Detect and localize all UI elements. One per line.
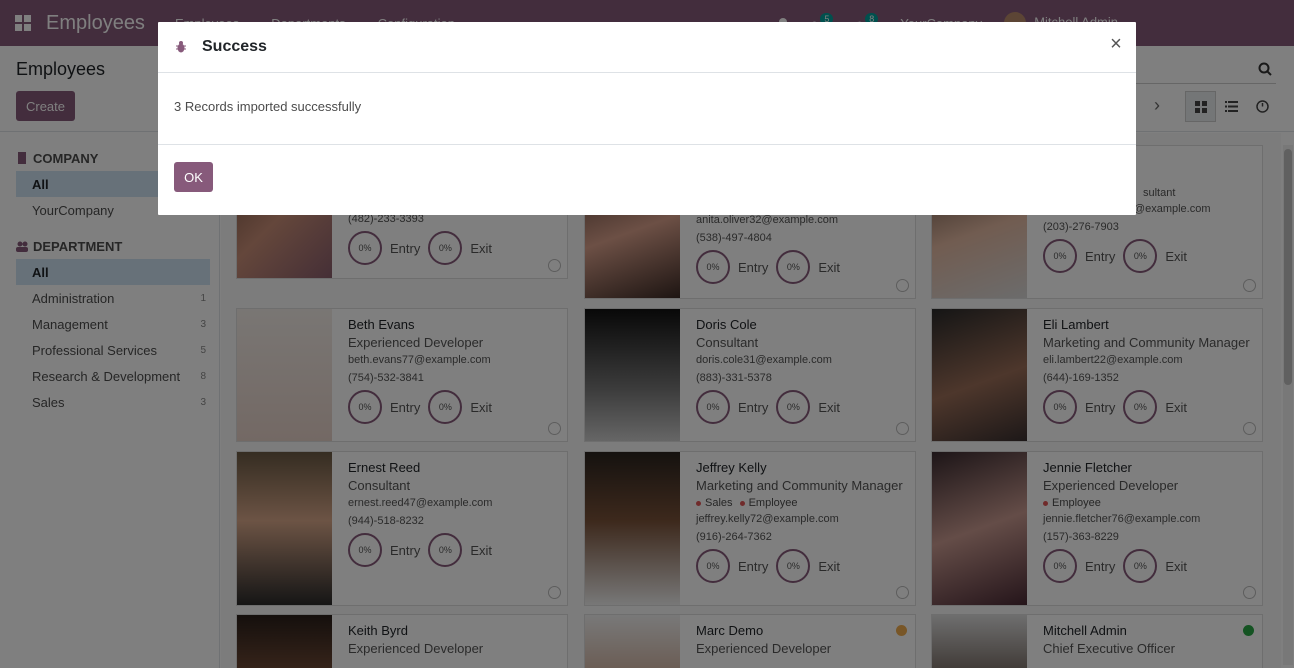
modal-message: 3 Records imported successfully [174,99,362,114]
modal-footer: OK [158,145,1136,209]
success-dialog: Success × 3 Records imported successfull… [158,22,1136,215]
modal-header: Success × [158,22,1136,73]
close-icon[interactable]: × [1106,33,1126,55]
bug-icon [176,41,186,53]
ok-button[interactable]: OK [174,162,213,192]
modal-body: 3 Records imported successfully [158,73,1136,145]
modal-title: Success [202,38,267,55]
